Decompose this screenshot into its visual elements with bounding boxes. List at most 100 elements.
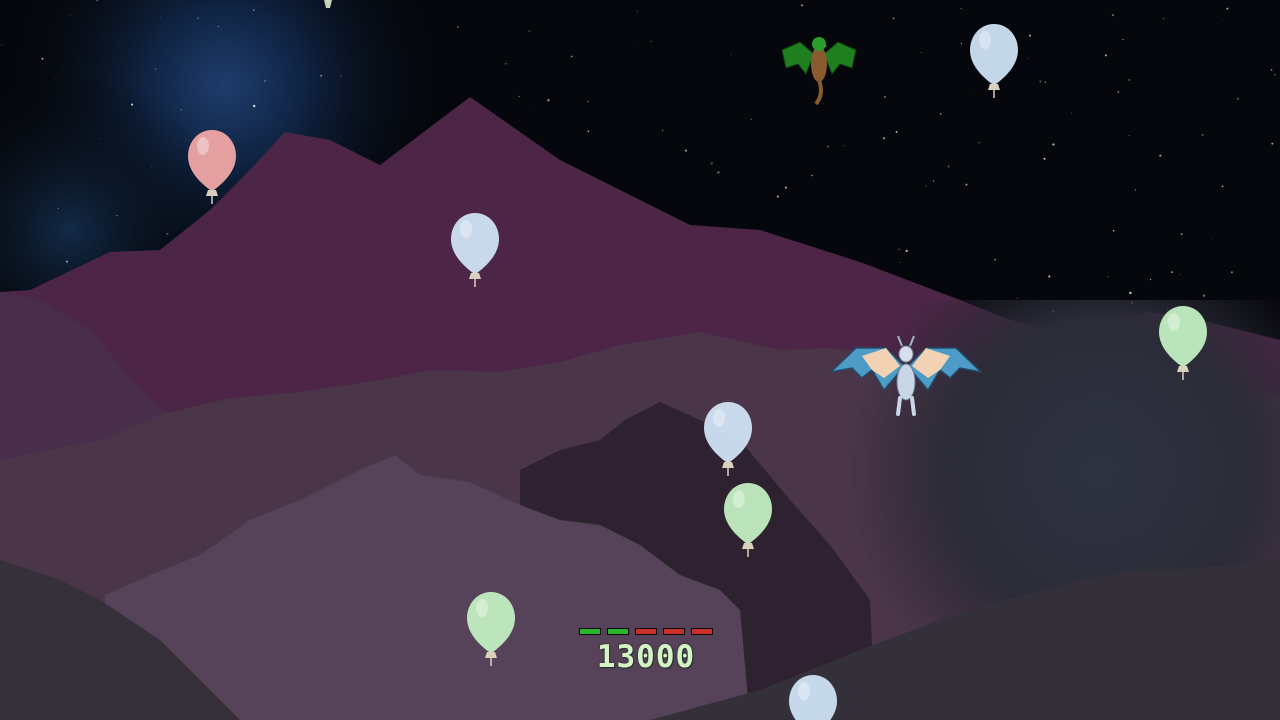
star — [70, 14, 71, 16]
star — [1039, 80, 1042, 83]
star — [925, 185, 927, 187]
star — [960, 8, 962, 10]
balloon-blue-bottom[interactable] — [787, 671, 839, 720]
star — [217, 25, 219, 28]
star — [102, 36, 104, 38]
player-dragon[interactable] — [826, 326, 986, 422]
star — [1221, 185, 1224, 188]
star — [637, 10, 639, 12]
star — [800, 4, 804, 7]
health-segment-full — [607, 628, 629, 635]
score-display: 13000 — [596, 639, 696, 675]
star — [905, 249, 908, 253]
star — [650, 41, 652, 42]
star — [1236, 97, 1240, 101]
star — [883, 96, 886, 98]
star — [1221, 18, 1223, 20]
balloon-icon — [467, 592, 515, 666]
balloon-green-center[interactable] — [722, 479, 774, 559]
enemy-green-dragon[interactable] — [780, 34, 858, 110]
balloon-green-bottom-left[interactable] — [465, 588, 517, 668]
star — [154, 68, 157, 70]
star — [320, 74, 323, 77]
star — [684, 149, 687, 152]
star — [827, 145, 829, 148]
star — [41, 57, 44, 60]
star — [587, 101, 589, 103]
star — [1201, 133, 1204, 136]
star — [776, 195, 779, 198]
background-scene — [0, 0, 1280, 720]
star — [587, 130, 590, 133]
star — [1171, 271, 1173, 273]
balloon-icon — [704, 402, 752, 476]
star — [661, 129, 664, 132]
star — [1162, 18, 1165, 20]
star — [899, 261, 901, 263]
star — [933, 180, 935, 182]
star — [528, 106, 530, 108]
star — [717, 171, 720, 174]
star — [57, 208, 59, 209]
star — [1274, 73, 1276, 76]
star — [1027, 57, 1028, 59]
star — [1112, 229, 1115, 232]
star — [340, 75, 342, 77]
hud: 13000 — [574, 628, 718, 673]
star — [1016, 298, 1018, 299]
star — [253, 9, 255, 11]
health-segment-full — [579, 628, 601, 635]
balloon-icon — [724, 483, 772, 557]
star — [504, 62, 507, 65]
star — [1104, 54, 1107, 57]
star — [978, 142, 980, 144]
star — [1212, 237, 1214, 239]
balloon-green-right[interactable] — [1157, 302, 1209, 382]
star — [1149, 278, 1152, 281]
star — [883, 137, 886, 140]
balloon-pink[interactable] — [186, 126, 238, 206]
star — [784, 186, 788, 189]
star — [1122, 38, 1124, 40]
star — [54, 78, 55, 80]
star — [750, 118, 752, 120]
star — [1117, 91, 1120, 93]
balloon-icon — [451, 213, 499, 287]
star — [1128, 134, 1130, 136]
health-bar — [574, 628, 718, 635]
star — [898, 248, 901, 251]
star — [166, 232, 169, 235]
star — [965, 183, 968, 186]
star — [939, 112, 942, 115]
star — [892, 17, 895, 20]
star — [99, 137, 100, 139]
balloon-blue-center[interactable] — [702, 398, 754, 478]
star — [180, 109, 182, 111]
star — [66, 260, 68, 263]
star — [1226, 7, 1229, 10]
balloon-blue-mid[interactable] — [449, 209, 501, 289]
game-canvas[interactable]: 13000 — [0, 0, 1280, 720]
star — [528, 30, 530, 32]
star — [960, 42, 963, 45]
star — [547, 99, 550, 102]
star — [1111, 14, 1114, 17]
star — [811, 174, 813, 177]
star — [457, 26, 459, 28]
balloon-icon — [1159, 306, 1207, 380]
star — [1270, 69, 1273, 71]
star — [1180, 274, 1182, 275]
health-segment-empty — [663, 628, 685, 635]
star — [518, 95, 520, 98]
balloon-knot-offscreen — [324, 0, 332, 8]
balloon-icon — [970, 24, 1018, 98]
balloon-icon — [789, 675, 837, 720]
balloon-blue-sky-right[interactable] — [968, 20, 1020, 100]
star — [710, 162, 713, 165]
star — [1202, 294, 1206, 297]
star — [160, 17, 161, 19]
star — [1, 44, 3, 46]
star — [116, 214, 118, 217]
star — [197, 17, 199, 19]
health-segment-empty — [691, 628, 713, 635]
